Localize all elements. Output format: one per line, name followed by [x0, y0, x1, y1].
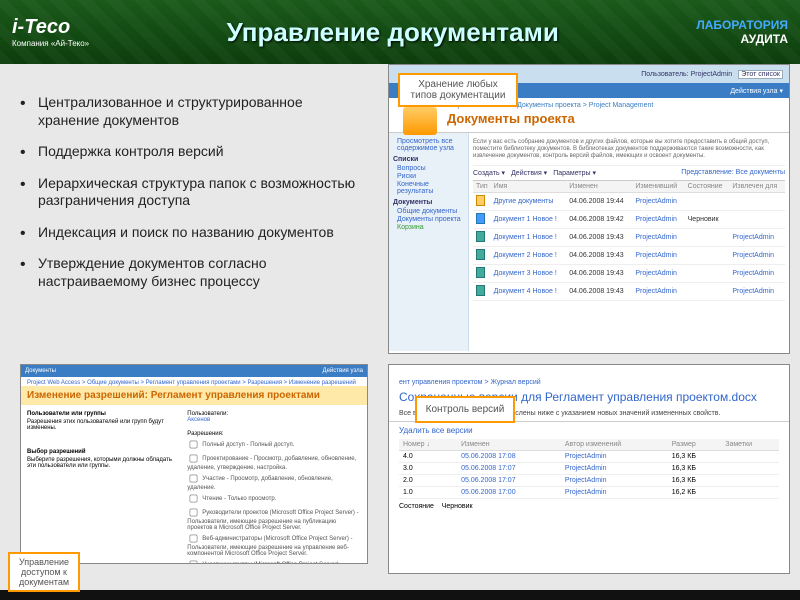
permission-option[interactable]: Полный доступ - Полный доступ.	[187, 438, 361, 451]
callout-storage: Хранение любых типов документации	[398, 73, 518, 107]
left-sidebar: Просмотреть все содержимое узла Списки В…	[389, 133, 469, 351]
col-modified[interactable]: Изменен	[457, 439, 561, 451]
recycle-bin-link[interactable]: Корзина	[397, 224, 464, 231]
col-number[interactable]: Номер ↓	[399, 439, 457, 451]
logo-iteco: i-Teco Компания «Ай-Теко»	[12, 16, 89, 48]
screenshot-permissions: Документы Действия узла Project Web Acce…	[20, 364, 368, 564]
perm-title: Изменение разрешений: Регламент управлен…	[21, 386, 367, 405]
ver-breadcrumb[interactable]: ент управления проектом > Журнал версий	[389, 365, 789, 388]
user-label: Пользователь: ProjectAdmin	[641, 71, 732, 78]
versions-table: Номер ↓ Изменен Автор изменений Размер З…	[399, 439, 779, 499]
sidebar-heading-lists: Списки	[393, 156, 464, 163]
file-icon	[476, 285, 485, 296]
permission-option[interactable]: Чтение - Только просмотр.	[187, 492, 361, 505]
slide-title: Управление документами	[89, 17, 696, 48]
slide-body: Централизованное и структурированное хра…	[0, 64, 800, 590]
bullet-item: Иерархическая структура папок с возможно…	[20, 175, 365, 210]
table-row[interactable]: Документ 3 Новое !04.06.2008 19:43Projec…	[473, 264, 785, 282]
col-notes[interactable]: Заметки	[721, 439, 779, 451]
slide-header: i-Teco Компания «Ай-Теко» Управление док…	[0, 0, 800, 64]
permission-option[interactable]: Проектирование - Просмотр, добавление, о…	[187, 452, 361, 471]
file-icon	[476, 267, 485, 278]
perm-right-col: Пользователи: Аксенов Разрешения: Полный…	[187, 411, 361, 564]
folder-icon	[403, 107, 437, 135]
table-row[interactable]: 3.005.06.2008 17:07ProjectAdmin16,3 КБ	[399, 463, 779, 475]
doc-main: Если у вас есть собрание документов и др…	[469, 133, 789, 351]
col-modified[interactable]: Изменен	[566, 181, 632, 193]
new-button[interactable]: Создать ▾	[473, 169, 505, 177]
col-checkedout[interactable]: Извлечен для	[729, 181, 785, 193]
sidebar-link[interactable]: Общие документы	[397, 208, 464, 215]
table-row[interactable]: Документ 1 Новое !04.06.2008 19:42Projec…	[473, 210, 785, 228]
permission-option[interactable]: Веб-администраторы (Microsoft Office Pro…	[187, 532, 361, 557]
bullet-item: Индексация и поиск по названию документо…	[20, 224, 365, 242]
bullet-item: Поддержка контроля версий	[20, 143, 365, 161]
permission-option[interactable]: Руководители проектов (Microsoft Office …	[187, 506, 361, 531]
perm-breadcrumb[interactable]: Project Web Access > Общие документы > Р…	[21, 377, 367, 386]
bullet-item: Утверждение документов согласно настраив…	[20, 255, 365, 290]
search-dropdown[interactable]: Этот список	[738, 70, 783, 79]
file-icon	[476, 213, 485, 224]
table-row[interactable]: 1.005.06.2008 17:00ProjectAdmin16,2 КБ	[399, 487, 779, 499]
table-row[interactable]: 4.005.06.2008 17:08ProjectAdmin16,3 КБ	[399, 451, 779, 463]
table-row[interactable]: Документ 2 Новое !04.06.2008 19:43Projec…	[473, 246, 785, 264]
logo-audit: ЛАБОРАТОРИЯ АУДИТА	[696, 18, 788, 46]
library-title: Документы проекта	[389, 109, 789, 133]
col-type[interactable]: Тип	[473, 181, 491, 193]
col-state[interactable]: Состояние	[685, 181, 730, 193]
col-modifiedby[interactable]: Изменивший	[632, 181, 684, 193]
col-size[interactable]: Размер	[668, 439, 722, 451]
col-name[interactable]: Имя	[491, 181, 567, 193]
sidebar-link[interactable]: Вопросы	[397, 165, 464, 172]
sidebar-link[interactable]: Конечные результаты	[397, 181, 464, 195]
params-button[interactable]: Параметры ▾	[553, 169, 596, 177]
view-all-link[interactable]: Просмотреть все содержимое узла	[397, 138, 464, 152]
file-icon	[476, 195, 485, 206]
table-row[interactable]: Документ 1 Новое !04.06.2008 19:43Projec…	[473, 228, 785, 246]
col-author[interactable]: Автор изменений	[561, 439, 668, 451]
delete-all-versions-link[interactable]: Удалить все версии	[389, 422, 789, 439]
table-row[interactable]: Документ 4 Новое !04.06.2008 19:43Projec…	[473, 282, 785, 300]
sidebar-link[interactable]: Документы проекта	[397, 216, 464, 223]
bullet-item: Централизованное и структурированное хра…	[20, 94, 365, 129]
doc-toolbar: Создать ▾ Действия ▾ Параметры ▾ Предста…	[473, 166, 785, 181]
sidebar-link[interactable]: Риски	[397, 173, 464, 180]
slide-footer	[0, 590, 800, 600]
state-row: Состояние Черновик	[389, 499, 789, 514]
sidebar-heading-docs: Документы	[393, 199, 464, 206]
library-hint: Если у вас есть собрание документов и др…	[473, 137, 785, 166]
callout-access: Управление доступом к документам	[8, 552, 80, 592]
table-row[interactable]: 2.005.06.2008 17:07ProjectAdmin16,3 КБ	[399, 475, 779, 487]
permission-option[interactable]: Участие - Просмотр, добавление, обновлен…	[187, 472, 361, 491]
actions-button[interactable]: Действия ▾	[511, 169, 547, 177]
callout-versions: Контроль версий	[415, 396, 515, 423]
file-icon	[476, 249, 485, 260]
perm-topbar: Документы Действия узла	[21, 365, 367, 377]
perm-left-col: Пользователи или группы Разрешения этих …	[27, 411, 177, 564]
view-selector[interactable]: Представление: Все документы	[681, 169, 785, 177]
permission-option[interactable]: Участники группы (Microsoft Office Proje…	[187, 558, 361, 564]
documents-table: Тип Имя Изменен Изменивший Состояние Изв…	[473, 181, 785, 301]
table-row[interactable]: Другие документы04.06.2008 19:44ProjectA…	[473, 192, 785, 210]
feature-list: Централизованное и структурированное хра…	[20, 94, 365, 304]
screenshot-documents: Пользователь: ProjectAdmin Этот список Д…	[388, 64, 790, 354]
file-icon	[476, 231, 485, 242]
